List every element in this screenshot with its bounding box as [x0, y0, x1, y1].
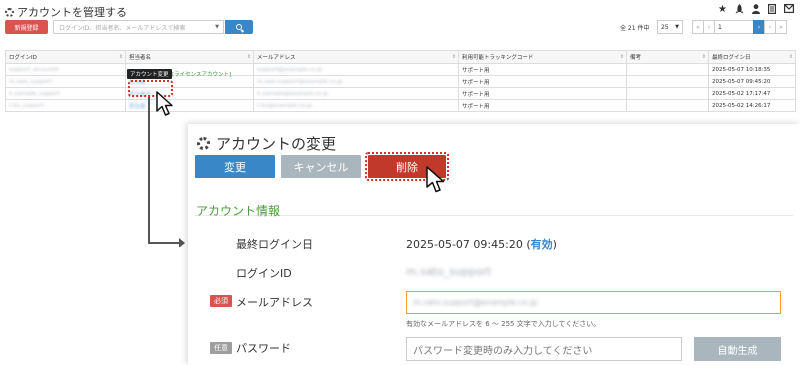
document-icon[interactable] [768, 4, 777, 17]
cell-note [626, 75, 709, 88]
column-header-note[interactable]: 備考 ⇕ [626, 50, 709, 64]
edit-account-tooltip: アカウント変更 [127, 69, 172, 79]
last-login-value: 2025-05-07 09:45:20 (有効) [406, 238, 557, 251]
section-divider [195, 192, 793, 216]
cancel-button[interactable]: キャンセル [281, 155, 361, 178]
column-header-email[interactable]: メールアドレス ⇕ [253, 50, 459, 64]
mouse-cursor-icon [426, 166, 445, 193]
password-label: パスワード [236, 342, 291, 355]
password-field[interactable]: パスワード変更時のみ入力してください [406, 337, 682, 361]
cell-email: k.yamada@example.co.jp [253, 87, 459, 100]
cell-name[interactable]: 担当者 [125, 99, 254, 112]
cell-note [626, 63, 709, 76]
user-icon[interactable] [752, 4, 760, 17]
cell-note [626, 99, 709, 112]
cell-login-id: k.yamada_support [5, 87, 126, 100]
per-page-select[interactable]: 25 ▼ [657, 20, 683, 34]
mail-icon[interactable] [784, 4, 795, 17]
table-row: m.sato_support 担当者 m.sato.support@exampl… [5, 75, 796, 88]
star-icon[interactable]: ★ [718, 4, 727, 17]
cell-email: m.sato.support@example.co.jp [253, 75, 459, 88]
column-header-login-id[interactable]: ログインID ⇕ [5, 50, 126, 64]
table-row: t.ito_support 担当者 t.ito@example.co.jp サポ… [5, 99, 796, 112]
generate-password-button[interactable]: 自動生成 [694, 337, 781, 361]
edit-account-panel: アカウントの変更 変更 キャンセル 削除 アカウント情報 最終ログイン日 202… [188, 124, 800, 365]
search-input[interactable]: ログインID、担当者名、メールアドレスで検索 ▼ [53, 20, 224, 34]
cell-last-login: 2025-05-02 17:17:47 [708, 87, 796, 100]
chevron-down-icon: ▼ [675, 24, 679, 30]
login-id-label: ログインID [236, 267, 292, 280]
list-toolbar: 新規登録 ログインID、担当者名、メールアドレスで検索 ▼ 全 21 件中 25… [5, 20, 795, 36]
email-help-text: 有効なメールアドレスを 6 ～ 255 文字で入力してください。 [406, 320, 601, 328]
panel-title: アカウントの変更 [216, 135, 337, 153]
cell-login-id: m.sato_support [5, 75, 126, 88]
cell-email: t.ito@example.co.jp [253, 99, 459, 112]
cell-last-login: 2025-05-07 09:45:20 [708, 75, 796, 88]
rocket-icon[interactable] [735, 4, 744, 17]
search-icon [236, 24, 242, 30]
email-label: メールアドレス [236, 296, 313, 309]
section-title: アカウント情報 [196, 204, 281, 218]
optional-badge: 任意 [210, 342, 232, 354]
page-header: アカウントを管理する [5, 5, 127, 19]
cell-login-id: support_account0 [5, 63, 126, 76]
search-placeholder: ログインID、担当者名、メールアドレスで検索 [59, 24, 186, 32]
cell-tracking-code: サポート用 [458, 63, 627, 76]
page-number-input[interactable]: 1 [714, 20, 754, 34]
change-button[interactable]: 変更 [195, 155, 275, 178]
chevron-down-icon: ▼ [215, 24, 219, 30]
required-badge: 必須 [210, 295, 232, 307]
column-header-last-login[interactable]: 最終ログイン日 ⇕ [708, 50, 796, 64]
cell-note [626, 87, 709, 100]
gear-icon [197, 137, 210, 150]
cell-tracking-code: サポート用 [458, 99, 627, 112]
panel-header: アカウントの変更 [197, 133, 336, 154]
column-header-tracking-code[interactable]: 利用可能トラッキングコード ⇕ [458, 50, 627, 64]
new-account-button[interactable]: 新規登録 [5, 20, 48, 34]
per-page-value: 25 [661, 23, 669, 31]
cell-email: support@example.co.jp [253, 63, 459, 76]
connector-arrow-icon [148, 97, 185, 247]
cell-last-login: 2025-05-02 14:26:17 [708, 99, 796, 112]
pagination: « ‹ 1 › › » [692, 20, 787, 34]
table-header-row: ログインID ⇕ 担当者名 ⇕ メールアドレス ⇕ 利用可能トラッキングコード ⇕ 備考… [5, 50, 796, 64]
total-count: 全 21 件中 [620, 25, 650, 32]
email-field[interactable]: m.sato.support@example.co.jp [406, 291, 781, 314]
last-page-button[interactable]: » [775, 20, 787, 34]
status-valid: 有効 [530, 238, 553, 251]
cell-tracking-code: サポート用 [458, 87, 627, 100]
gear-icon [5, 7, 14, 17]
cell-last-login: 2025-05-07 10:18:35 [708, 63, 796, 76]
search-button[interactable] [225, 20, 253, 34]
column-header-name[interactable]: 担当者名 ⇕ [125, 50, 254, 64]
top-icon-bar: ★ [718, 4, 795, 17]
account-table: ログインID ⇕ 担当者名 ⇕ メールアドレス ⇕ 利用可能トラッキングコード ⇕ 備考… [5, 50, 796, 112]
table-row: support_account0 support@example.co.jp サ… [5, 63, 796, 76]
page-title: アカウントを管理する [17, 6, 127, 19]
last-login-label: 最終ログイン日 [236, 238, 313, 251]
login-id-value: m.sato_support [406, 265, 492, 278]
table-row: k.yamada_support 担当者名 k.yamada@example.c… [5, 87, 796, 100]
license-account-label: [ライセンスアカウント] [172, 72, 232, 78]
cell-login-id: t.ito_support [5, 99, 126, 112]
cell-tracking-code: サポート用 [458, 75, 627, 88]
